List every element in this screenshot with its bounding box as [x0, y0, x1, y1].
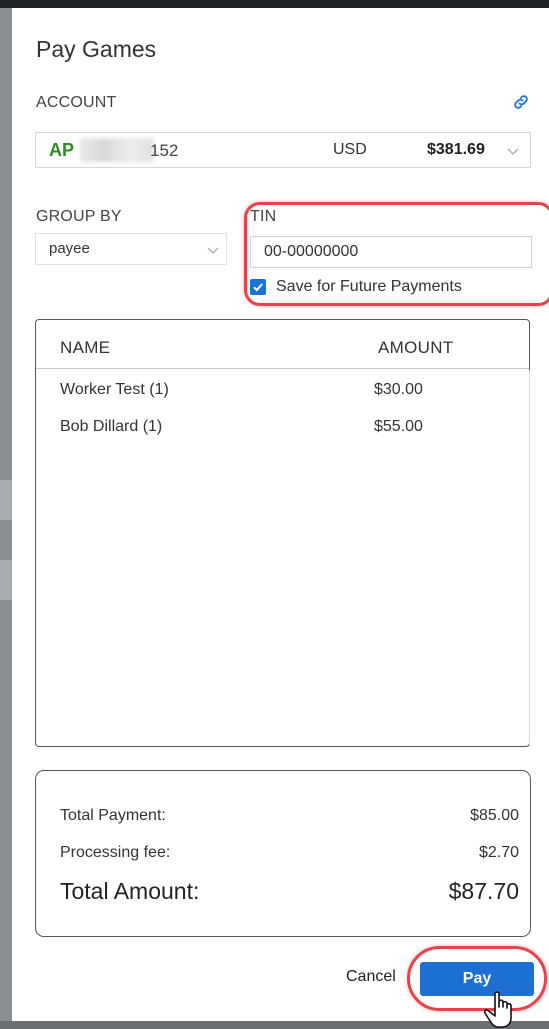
pay-games-dialog: Pay Games ACCOUNT AP 152 USD $381.69 GRO…: [12, 8, 549, 1028]
background-top-bar: [0, 0, 549, 8]
tin-highlight-annotation: [244, 202, 549, 306]
group-by-select[interactable]: payee: [35, 233, 227, 265]
cancel-button[interactable]: Cancel: [346, 968, 396, 986]
total-payment-value: $85.00: [470, 807, 519, 824]
table-row-name: Bob Dillard (1): [60, 418, 163, 435]
account-select[interactable]: AP 152 USD $381.69: [35, 132, 531, 168]
account-prefix: AP: [49, 140, 75, 160]
account-currency: USD: [333, 141, 367, 158]
dialog-title: Pay Games: [36, 36, 157, 62]
account-label: ACCOUNT: [36, 94, 117, 111]
background-row: [0, 560, 12, 600]
account-balance: $381.69: [427, 141, 485, 158]
group-by-value: payee: [49, 240, 90, 257]
processing-fee-value: $2.70: [478, 844, 519, 861]
account-number-suffix: 152: [150, 141, 179, 160]
background-page: [0, 8, 12, 1021]
group-by-label: GROUP BY: [36, 208, 122, 225]
table-header-divider: [36, 368, 529, 369]
table-header-name: NAME: [60, 338, 111, 357]
total-amount-value: $87.70: [448, 878, 519, 904]
hand-pointer-cursor-icon: [483, 991, 512, 1028]
table-row-name: Worker Test (1): [60, 381, 169, 398]
background-row: [0, 480, 12, 520]
total-amount-label: Total Amount:: [60, 878, 200, 904]
link-icon[interactable]: [512, 93, 530, 111]
chevron-down-icon: [207, 247, 219, 254]
payment-summary: Total Payment: $85.00 Processing fee: $2…: [35, 770, 531, 937]
table-header-amount: AMOUNT: [378, 338, 454, 357]
account-number-redacted: [80, 138, 154, 162]
payees-table: NAME AMOUNT Worker Test (1) $30.00 Bob D…: [35, 319, 530, 747]
processing-fee-label: Processing fee:: [60, 844, 171, 861]
table-row-amount: $55.00: [374, 418, 423, 435]
chevron-down-icon: [507, 148, 519, 155]
pay-highlight-annotation: [407, 946, 547, 1011]
table-row-amount: $30.00: [374, 381, 423, 398]
total-payment-label: Total Payment:: [60, 807, 166, 824]
table-scrollbar[interactable]: [529, 370, 530, 746]
